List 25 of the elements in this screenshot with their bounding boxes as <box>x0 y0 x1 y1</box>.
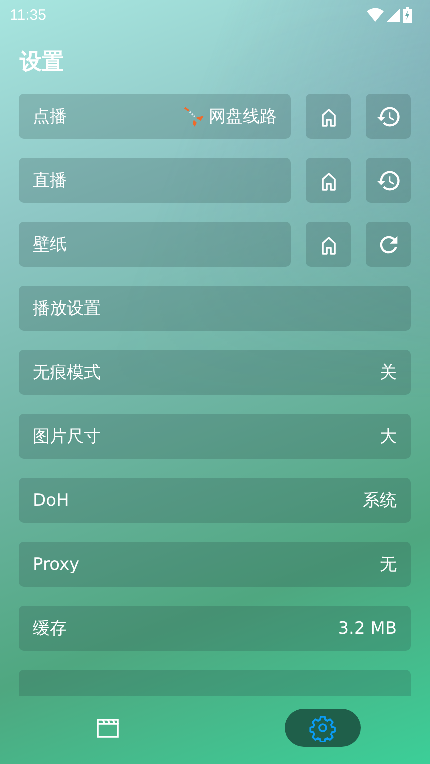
setting-row[interactable]: 播放设置 <box>19 286 411 331</box>
history-button[interactable] <box>366 158 411 203</box>
home-button[interactable] <box>306 158 351 203</box>
clock: 11:35 <box>10 6 48 24</box>
setting-row[interactable]: 图片尺寸 大 <box>19 414 411 459</box>
setting-row[interactable]: 直播 <box>19 158 291 203</box>
home-button[interactable] <box>306 94 351 139</box>
home-button[interactable] <box>306 222 351 267</box>
setting-row[interactable]: Proxy 无 <box>19 542 411 587</box>
row-label: 点播 <box>33 106 68 128</box>
value-text: 网盘线路 <box>209 106 277 128</box>
wifi-icon <box>367 8 384 22</box>
signal-icon <box>387 8 400 22</box>
setting-row[interactable]: 壁纸 <box>19 222 291 267</box>
setting-row[interactable]: 缓存 3.2 MB <box>19 606 411 651</box>
route-icon <box>183 104 207 128</box>
setting-row[interactable]: DoH 系统 <box>19 478 411 523</box>
history-button[interactable] <box>366 94 411 139</box>
page-title: 设置 <box>18 49 65 77</box>
settings-icon <box>308 714 336 742</box>
nav-tab[interactable] <box>284 709 360 747</box>
setting-row[interactable]: 无痕模式 关 <box>19 350 411 395</box>
battery-icon <box>403 7 412 23</box>
setting-row[interactable]: 点播 网盘线路 <box>19 94 291 139</box>
refresh-button[interactable] <box>366 222 411 267</box>
